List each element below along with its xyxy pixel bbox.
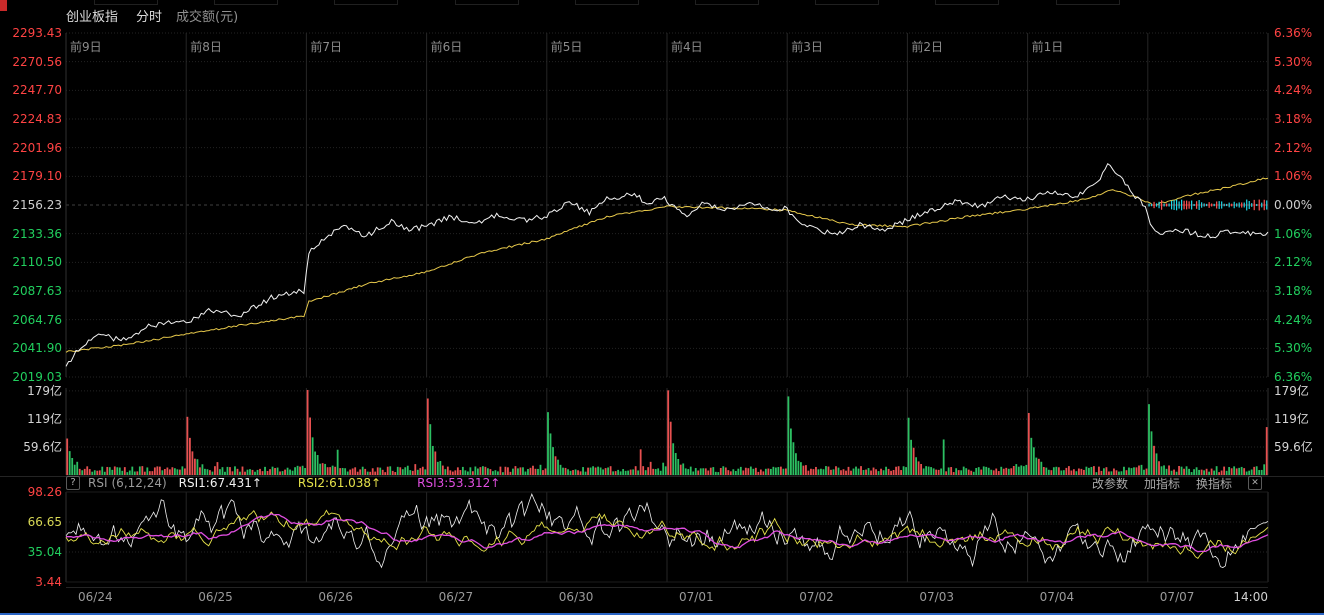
date-label: 07/01: [679, 590, 714, 604]
day-label: 前8日: [190, 40, 222, 54]
volume-axis-label-left: 119亿: [0, 412, 62, 426]
corner-alert-mark: [0, 0, 7, 11]
tab-minute-chart[interactable]: 分时: [136, 6, 162, 25]
last-day-ticks: [1148, 200, 1268, 211]
day-label: 前3日: [791, 40, 823, 54]
price-axis-label: 2019.03: [0, 370, 62, 384]
day-label: 前1日: [1032, 40, 1064, 54]
rsi-header: ? RSI (6,12,24) RSI1:67.431↑ RSI2:61.038…: [66, 475, 1262, 491]
price-axis-label: 2201.96: [0, 141, 62, 155]
price-axis-label: 2224.83: [0, 112, 62, 126]
add-indicator-button[interactable]: 加指标: [1144, 475, 1180, 492]
top-edge-decoration: [815, 0, 879, 5]
top-edge-decoration: [455, 0, 519, 5]
price-axis-label: 2133.36: [0, 227, 62, 241]
rsi-axis-label: 66.65: [0, 515, 62, 529]
price-axis-label: 2247.70: [0, 83, 62, 97]
top-edge-decoration: [935, 0, 999, 5]
tab-turnover[interactable]: 成交额(元): [176, 6, 238, 25]
price-axis-label: 2293.43: [0, 26, 62, 40]
day-label: 前9日: [70, 40, 102, 54]
volume-axis-label-left: 59.6亿: [0, 440, 62, 454]
date-label: 07/02: [799, 590, 834, 604]
grid: [0, 33, 1324, 588]
date-label: 06/30: [559, 590, 594, 604]
rsi-params: (6,12,24): [112, 476, 167, 490]
top-edge-decoration: [575, 0, 639, 5]
rsi-axis-label: 35.04: [0, 545, 62, 559]
help-icon[interactable]: ?: [66, 476, 80, 490]
top-edge-decoration: [695, 0, 759, 5]
date-label: 06/24: [78, 590, 113, 604]
percent-axis-label: 3.18%: [1274, 112, 1322, 126]
price-axis-label: 2270.56: [0, 55, 62, 69]
percent-axis-label: 6.36%: [1274, 26, 1322, 40]
percent-axis-label: 1.06%: [1274, 227, 1322, 241]
close-icon[interactable]: ✕: [1248, 476, 1262, 490]
percent-axis-label: 4.24%: [1274, 313, 1322, 327]
price-axis-label: 2179.10: [0, 169, 62, 183]
rsi-title: RSI: [88, 476, 108, 490]
switch-indicator-button[interactable]: 换指标: [1196, 475, 1232, 492]
change-params-button[interactable]: 改参数: [1092, 475, 1128, 492]
chart-canvas[interactable]: [0, 0, 1324, 615]
rsi-axis-label: 3.44: [0, 575, 62, 589]
date-label: 06/26: [318, 590, 353, 604]
date-label: 06/25: [198, 590, 233, 604]
day-label: 前5日: [551, 40, 583, 54]
volume-axis-label-left: 179亿: [0, 384, 62, 398]
day-label: 前6日: [431, 40, 463, 54]
percent-axis-label: 0.00%: [1274, 198, 1322, 212]
date-label: 06/27: [439, 590, 474, 604]
rsi2-value: RSI2:61.038↑: [298, 476, 381, 490]
time-label: 14:00: [1222, 590, 1268, 604]
percent-axis-label: 1.06%: [1274, 169, 1322, 183]
rsi1-value: RSI1:67.431↑: [179, 476, 262, 490]
price-axis-label: 2064.76: [0, 313, 62, 327]
day-label: 前4日: [671, 40, 703, 54]
index-name: 创业板指: [66, 6, 118, 25]
day-label: 前7日: [310, 40, 342, 54]
volume-axis-label-right: 179亿: [1274, 384, 1322, 398]
percent-axis-label: 5.30%: [1274, 55, 1322, 69]
top-edge-decoration: [334, 0, 398, 5]
price-axis-label: 2041.90: [0, 341, 62, 355]
percent-axis-label: 4.24%: [1274, 83, 1322, 97]
price-axis-label: 2156.23: [0, 198, 62, 212]
day-label: 前2日: [911, 40, 943, 54]
percent-axis-label: 6.36%: [1274, 370, 1322, 384]
date-label: 07/03: [919, 590, 954, 604]
top-edge-decoration: [1056, 0, 1120, 5]
stock-chart-app: 创业板指 分时 成交额(元) ? RSI (6,12,24) RSI1:67.4…: [0, 0, 1324, 615]
volume-axis-label-right: 59.6亿: [1274, 440, 1322, 454]
price-axis-label: 2087.63: [0, 284, 62, 298]
date-label: 07/04: [1040, 590, 1075, 604]
percent-axis-label: 2.12%: [1274, 141, 1322, 155]
price-axis-label: 2110.50: [0, 255, 62, 269]
percent-axis-label: 3.18%: [1274, 284, 1322, 298]
rsi-axis-label: 98.26: [0, 485, 62, 499]
percent-axis-label: 5.30%: [1274, 341, 1322, 355]
percent-axis-label: 2.12%: [1274, 255, 1322, 269]
volume-axis-label-right: 119亿: [1274, 412, 1322, 426]
date-label: 07/07: [1160, 590, 1195, 604]
rsi3-value: RSI3:53.312↑: [417, 476, 500, 490]
topbar: 创业板指 分时 成交额(元): [66, 4, 238, 26]
